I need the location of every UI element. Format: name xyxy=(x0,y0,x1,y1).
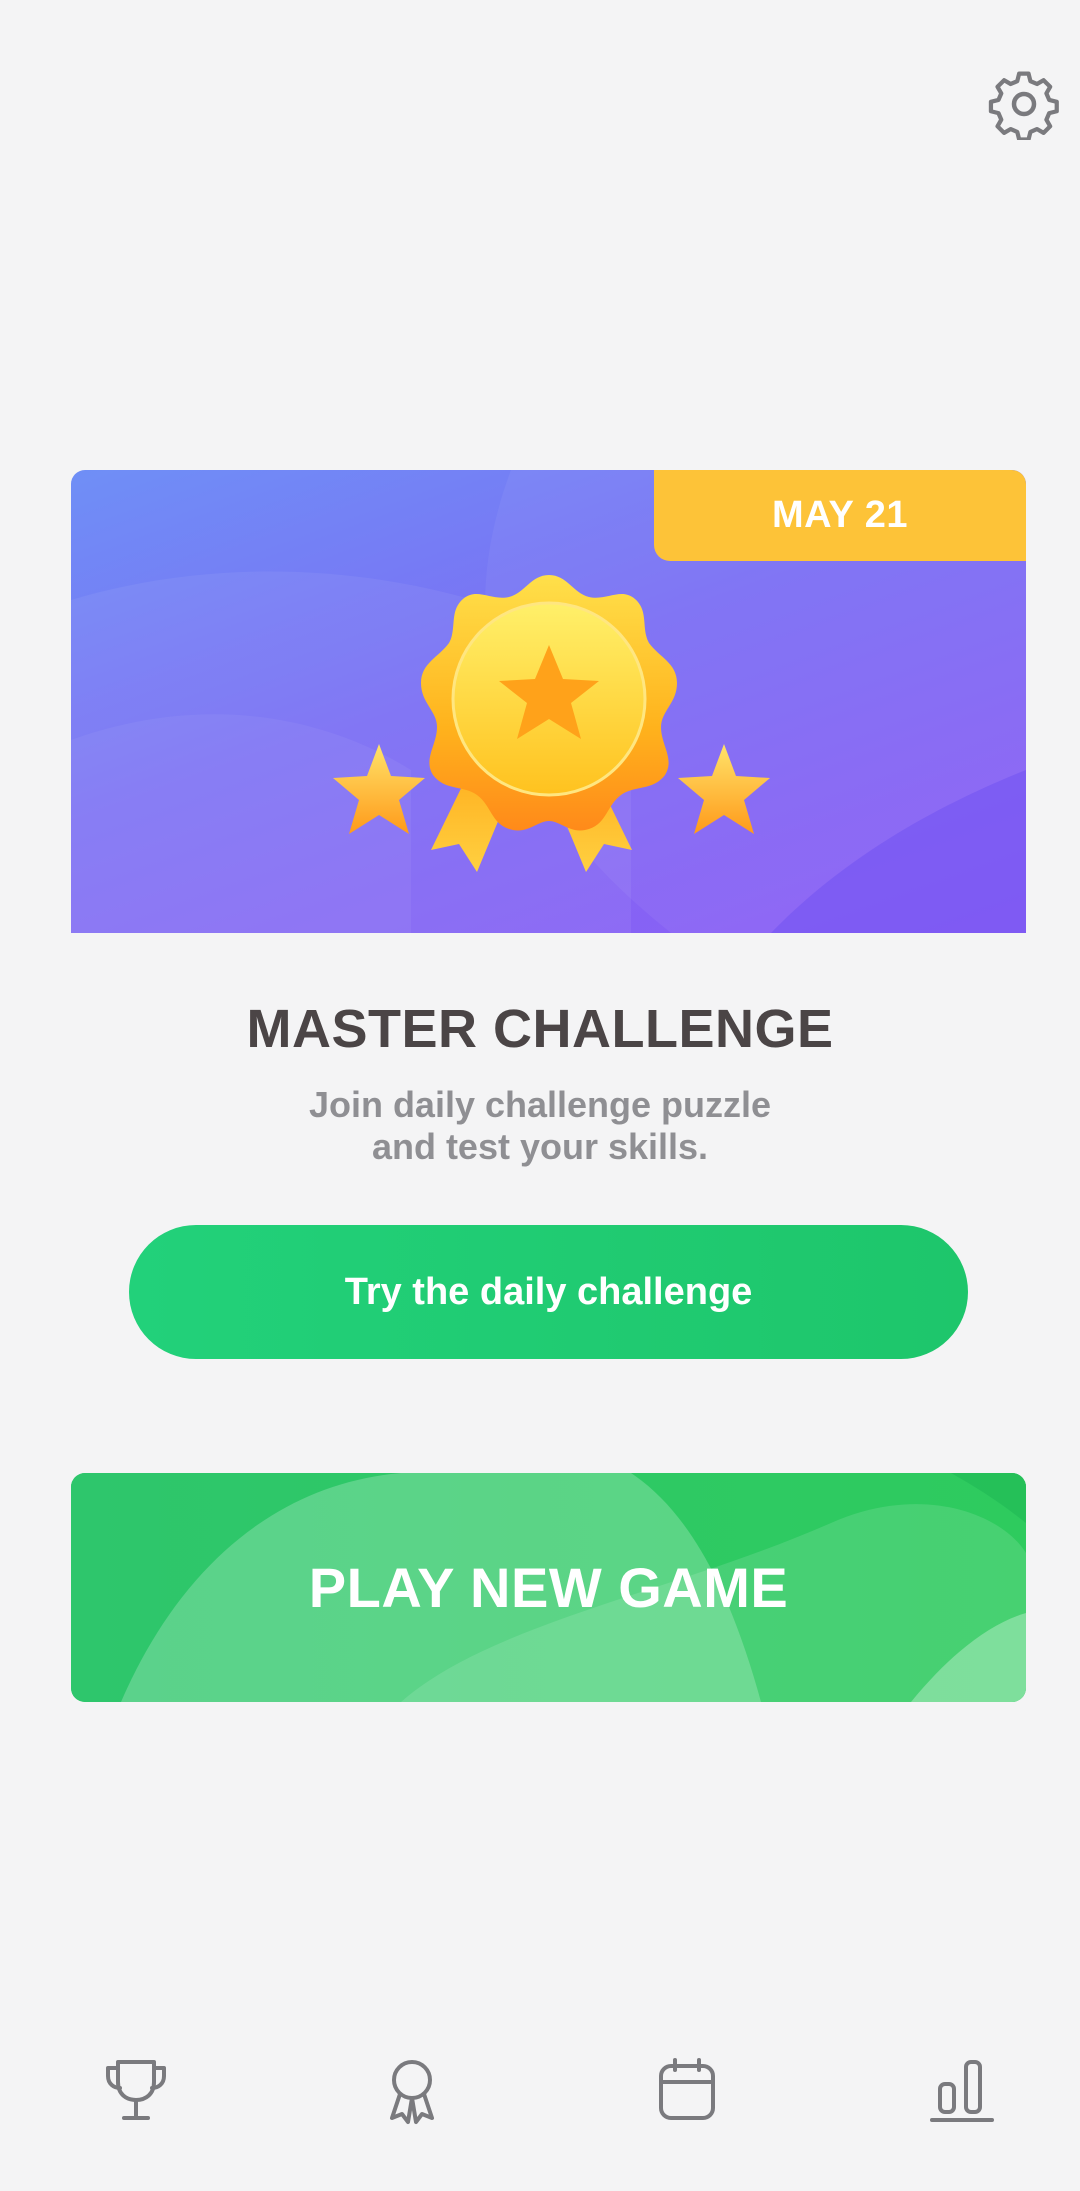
trophy-icon xyxy=(100,2054,172,2126)
bottom-navigation xyxy=(0,2040,1080,2160)
nav-item-awards[interactable] xyxy=(362,2040,462,2140)
calendar-icon xyxy=(651,2054,723,2126)
subtitle-line-2: and test your skills. xyxy=(371,1126,709,1167)
nav-item-statistics[interactable] xyxy=(912,2040,1012,2140)
try-daily-challenge-button[interactable]: Try the daily challenge xyxy=(129,1225,968,1359)
challenge-title: MASTER CHALLENGE xyxy=(246,999,834,1059)
nav-item-calendar[interactable] xyxy=(637,2040,737,2140)
gear-icon xyxy=(988,68,1060,140)
date-badge: MAY 21 xyxy=(654,470,1026,561)
award-icon xyxy=(376,2054,448,2126)
daily-challenge-banner[interactable]: MAY 21 xyxy=(71,470,1026,933)
subtitle-line-1: Join daily challenge puzzle xyxy=(308,1084,772,1125)
nav-item-trophies[interactable] xyxy=(86,2040,186,2140)
challenge-subtitle: Join daily challenge puzzle and test you… xyxy=(240,1084,840,1168)
stats-icon xyxy=(926,2054,998,2126)
settings-button[interactable] xyxy=(988,68,1060,140)
play-new-game-label: PLAY NEW GAME xyxy=(308,1556,789,1619)
play-new-game-button[interactable]: PLAY NEW GAME xyxy=(71,1473,1026,1702)
